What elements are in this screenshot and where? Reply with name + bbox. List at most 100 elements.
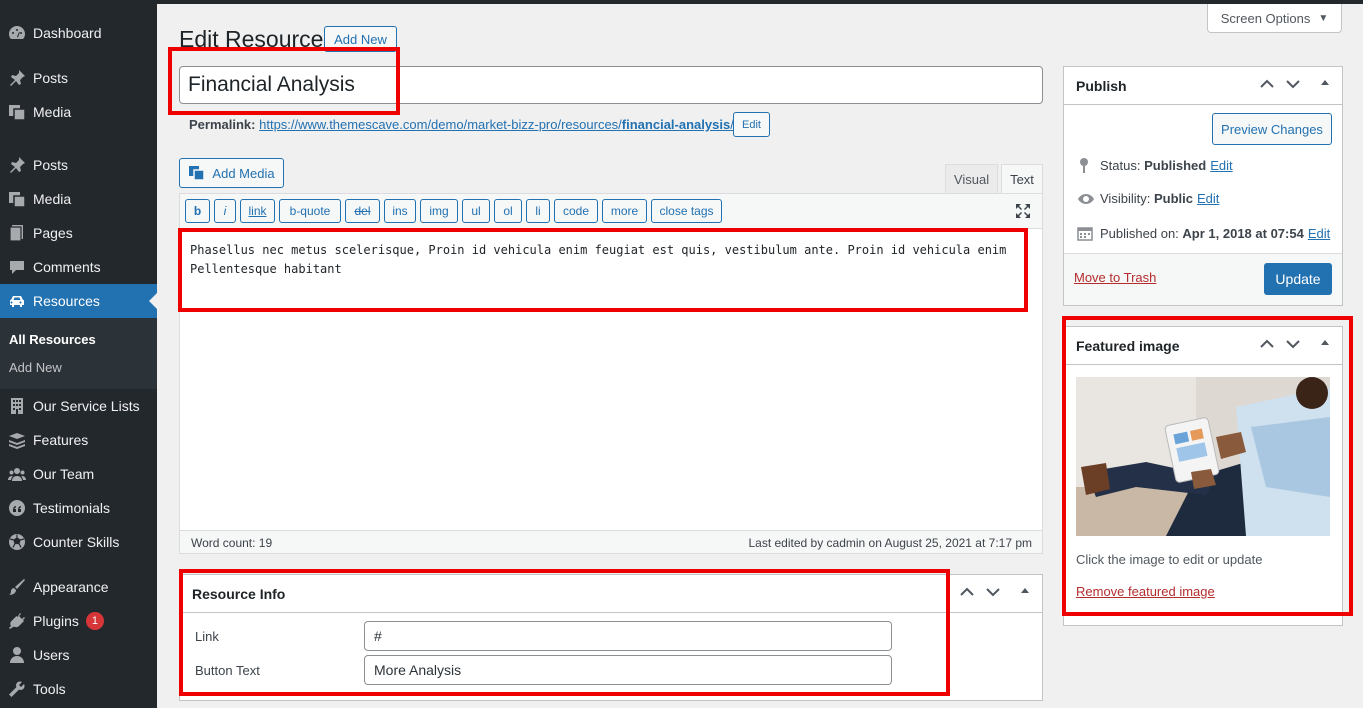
plugin-icon bbox=[6, 611, 28, 631]
brush-icon bbox=[6, 577, 28, 597]
annotation-box-title bbox=[168, 47, 400, 115]
building-icon bbox=[6, 396, 28, 416]
published-edit-link[interactable]: Edit bbox=[1308, 226, 1330, 241]
word-count: Word count: 19 bbox=[191, 536, 273, 550]
publish-title: Publish bbox=[1076, 77, 1127, 94]
sidebar-item-our-service-lists[interactable]: Our Service Lists bbox=[0, 389, 157, 423]
qt-bquote-button[interactable]: b-quote bbox=[279, 199, 341, 223]
move-to-trash-link[interactable]: Move to Trash bbox=[1074, 270, 1156, 285]
comment-icon bbox=[6, 257, 28, 277]
qt-ol-button[interactable]: ol bbox=[494, 199, 522, 223]
qt-del-button[interactable]: del bbox=[345, 199, 380, 223]
sidebar-item-label: Posts bbox=[33, 70, 69, 86]
qt-close-tags-button[interactable]: close tags bbox=[651, 199, 722, 223]
sidebar-item-posts[interactable]: Posts bbox=[0, 61, 157, 95]
sidebar-item-dashboard[interactable]: Dashboard bbox=[0, 16, 157, 50]
pin-icon bbox=[1077, 157, 1095, 173]
chevron-down-icon[interactable] bbox=[986, 585, 1000, 600]
visibility-edit-link[interactable]: Edit bbox=[1197, 191, 1219, 206]
sidebar-item-label: Plugins bbox=[33, 613, 79, 629]
sidebar-item-label: Our Team bbox=[33, 466, 95, 482]
permalink-slug: financial-analysis bbox=[621, 117, 731, 132]
screen-options-button[interactable]: Screen Options ▼ bbox=[1207, 4, 1342, 33]
sidebar-item-appearance[interactable]: Appearance bbox=[0, 570, 157, 604]
pages-icon bbox=[6, 223, 28, 243]
sidebar-item-label: Resources bbox=[33, 293, 100, 309]
visibility-row: Visibility: Public Edit bbox=[1077, 191, 1219, 206]
caret-down-icon: ▼ bbox=[1318, 12, 1329, 24]
add-media-button[interactable]: Add Media bbox=[179, 158, 284, 188]
permalink-edit-button[interactable]: Edit bbox=[733, 112, 770, 137]
user-icon bbox=[6, 645, 28, 665]
update-count-badge: 1 bbox=[85, 612, 104, 630]
media-icon bbox=[6, 189, 28, 209]
submenu-all-resources[interactable]: All Resources bbox=[9, 332, 96, 347]
update-button[interactable]: Update bbox=[1264, 263, 1332, 295]
permalink-label: Permalink: bbox=[189, 117, 256, 132]
sidebar-item-features[interactable]: Features bbox=[0, 423, 157, 457]
wrench-icon bbox=[6, 679, 28, 699]
qt-bold-button[interactable]: b bbox=[185, 199, 210, 223]
team-icon bbox=[6, 464, 28, 484]
media-icon bbox=[188, 164, 206, 182]
sidebar-item-label: Testimonials bbox=[33, 500, 111, 516]
submenu-add-new[interactable]: Add New bbox=[9, 360, 62, 375]
soccer-icon bbox=[6, 532, 28, 552]
sidebar-item-tools[interactable]: Tools bbox=[0, 672, 157, 706]
visibility-value: Public bbox=[1153, 191, 1193, 206]
preview-changes-button[interactable]: Preview Changes bbox=[1212, 113, 1332, 145]
resources-submenu: All Resources Add New bbox=[0, 318, 157, 389]
toggle-arrow-icon[interactable] bbox=[1320, 76, 1330, 91]
fullscreen-icon[interactable] bbox=[1014, 202, 1032, 223]
sidebar-item-label: Features bbox=[33, 432, 89, 448]
qt-li-button[interactable]: li bbox=[526, 199, 550, 223]
calendar-icon bbox=[1077, 225, 1095, 241]
sidebar-item-comments[interactable]: Comments bbox=[0, 250, 157, 284]
publish-header[interactable]: Publish bbox=[1064, 67, 1342, 105]
tab-visual[interactable]: Visual bbox=[945, 164, 998, 194]
sidebar-item-posts-2[interactable]: Posts bbox=[0, 148, 157, 182]
chevron-up-icon[interactable] bbox=[1260, 77, 1274, 92]
car-icon bbox=[6, 291, 28, 311]
qt-link-button[interactable]: link bbox=[240, 199, 275, 223]
sidebar-item-counter-skills[interactable]: Counter Skills bbox=[0, 525, 157, 559]
sidebar-item-users[interactable]: Users bbox=[0, 638, 157, 672]
qt-code-button[interactable]: code bbox=[554, 199, 598, 223]
published-on-row: Published on: Apr 1, 2018 at 07:54 Edit bbox=[1077, 225, 1330, 241]
sidebar-item-our-team[interactable]: Our Team bbox=[0, 457, 157, 491]
qt-img-button[interactable]: img bbox=[420, 199, 458, 223]
sidebar-item-label: Users bbox=[33, 647, 70, 663]
permalink-url[interactable]: https://www.themescave.com/demo/market-b… bbox=[259, 117, 734, 132]
sidebar-item-pages[interactable]: Pages bbox=[0, 216, 157, 250]
chevron-down-icon[interactable] bbox=[1286, 77, 1300, 92]
last-edited: Last edited by cadmin on August 25, 2021… bbox=[748, 536, 1032, 550]
quote-icon bbox=[6, 498, 28, 518]
chevron-up-icon[interactable] bbox=[960, 585, 974, 600]
sidebar-item-label: Media bbox=[33, 191, 72, 207]
qt-more-button[interactable]: more bbox=[602, 199, 647, 223]
add-media-label: Add Media bbox=[212, 165, 275, 181]
sidebar-item-media[interactable]: Media bbox=[0, 95, 157, 129]
permalink-base: https://www.themescave.com/demo/market-b… bbox=[259, 117, 622, 132]
qt-ul-button[interactable]: ul bbox=[462, 199, 490, 223]
admin-bar bbox=[0, 0, 1363, 4]
eye-icon bbox=[1077, 193, 1095, 205]
pin-icon bbox=[6, 155, 28, 175]
tab-text[interactable]: Text bbox=[1001, 164, 1043, 194]
sidebar-item-plugins[interactable]: Plugins 1 bbox=[0, 604, 157, 638]
editor-status-bar: Word count: 19 Last edited by cadmin on … bbox=[179, 530, 1043, 554]
qt-italic-button[interactable]: i bbox=[214, 199, 236, 223]
status-edit-link[interactable]: Edit bbox=[1210, 158, 1232, 173]
visibility-label: Visibility: bbox=[1100, 191, 1151, 206]
media-icon bbox=[6, 102, 28, 122]
sidebar-item-testimonials[interactable]: Testimonials bbox=[0, 491, 157, 525]
status-row: Status: Published Edit bbox=[1077, 157, 1233, 173]
admin-sidebar: Dashboard Posts Media Posts Media Pages … bbox=[0, 0, 157, 708]
sidebar-item-label: Pages bbox=[33, 225, 73, 241]
qt-ins-button[interactable]: ins bbox=[384, 199, 416, 223]
toggle-arrow-icon[interactable] bbox=[1020, 584, 1030, 599]
sidebar-item-media-2[interactable]: Media bbox=[0, 182, 157, 216]
dashboard-icon bbox=[6, 23, 28, 43]
sidebar-item-resources[interactable]: Resources bbox=[0, 284, 157, 318]
screen-options-label: Screen Options bbox=[1220, 10, 1311, 26]
